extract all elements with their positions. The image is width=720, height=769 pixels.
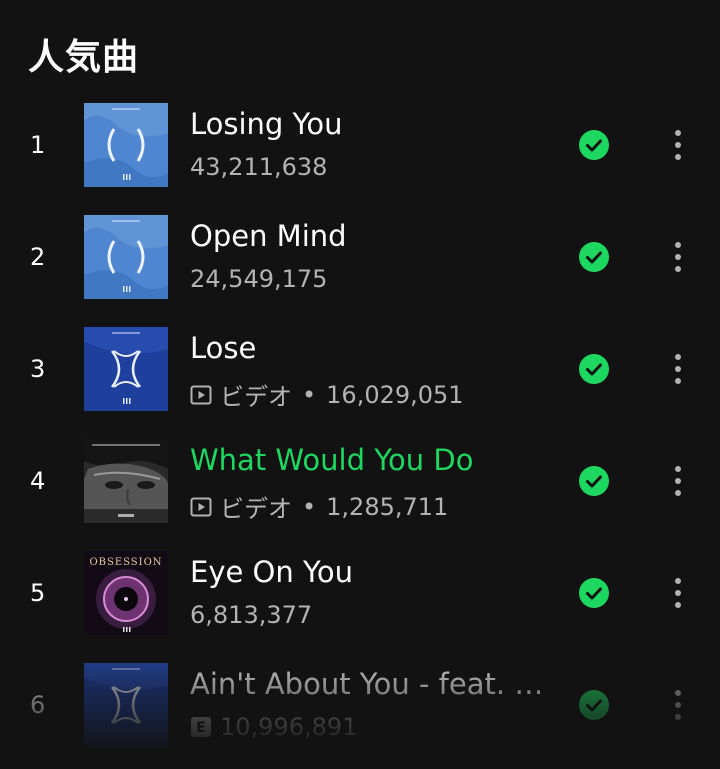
meta-separator: •: [302, 492, 317, 521]
track-row[interactable]: 1 Losing You 43,211,638: [0, 97, 720, 209]
play-count: 10,996,891: [220, 713, 358, 741]
track-rank: 5: [30, 579, 46, 607]
track-meta: 24,549,175: [190, 265, 327, 293]
track-rank: 2: [30, 243, 46, 271]
track-title[interactable]: Eye On You: [190, 555, 560, 589]
track-title[interactable]: What Would You Do: [190, 443, 560, 477]
track-meta: ビデオ • 16,029,051: [190, 377, 464, 412]
track-meta: 6,813,377: [190, 601, 312, 629]
track-list: 1 Losing You 43,211,638 2 Open Mind 24,5…: [0, 97, 720, 769]
track-rank: 4: [30, 467, 46, 495]
track-meta: ビデオ • 1,285,711: [190, 489, 448, 524]
track-rank: 1: [30, 131, 46, 159]
more-options-icon[interactable]: [664, 125, 692, 165]
album-cover[interactable]: [84, 439, 168, 523]
play-count: 1,285,711: [326, 492, 449, 521]
check-circle-icon[interactable]: [579, 466, 609, 496]
track-row[interactable]: 2 Open Mind 24,549,175: [0, 209, 720, 321]
video-label: ビデオ: [220, 383, 292, 411]
popular-tracks-heading: 人気曲: [28, 37, 140, 78]
cover-text: OBSESSION: [89, 557, 162, 568]
track-row[interactable]: 5 OBSESSION Eye On You 6,813,377: [0, 545, 720, 657]
meta-separator: •: [302, 380, 317, 409]
more-options-icon[interactable]: [664, 237, 692, 277]
track-title[interactable]: Open Mind: [190, 219, 560, 253]
track-row[interactable]: 6 Ain't About You - feat. K... E 10,996,…: [0, 657, 720, 769]
more-options-icon[interactable]: [664, 461, 692, 501]
track-row[interactable]: 3 Lose ビデオ • 16,029,051: [0, 321, 720, 433]
play-count: 6,813,377: [190, 601, 313, 629]
track-meta: E 10,996,891: [190, 713, 357, 741]
track-title[interactable]: Ain't About You - feat. K...: [190, 667, 560, 701]
check-circle-icon[interactable]: [579, 690, 609, 720]
more-options-icon[interactable]: [664, 349, 692, 389]
check-circle-icon[interactable]: [579, 130, 609, 160]
album-cover[interactable]: [84, 215, 168, 299]
explicit-icon: E: [191, 717, 211, 737]
track-rank: 6: [30, 691, 46, 719]
track-rank: 3: [30, 355, 46, 383]
check-circle-icon[interactable]: [579, 242, 609, 272]
video-play-icon: [190, 385, 212, 404]
track-title[interactable]: Lose: [190, 331, 560, 365]
play-count: 24,549,175: [190, 265, 328, 293]
play-count: 16,029,051: [326, 380, 464, 409]
album-cover[interactable]: OBSESSION: [84, 551, 168, 635]
svg-text:E: E: [196, 720, 206, 736]
track-row[interactable]: 4 What Would You Do ビデオ • 1,285,711: [0, 433, 720, 545]
video-play-icon: [190, 497, 212, 516]
album-cover[interactable]: [84, 327, 168, 411]
album-cover[interactable]: [84, 103, 168, 187]
album-cover[interactable]: [84, 663, 168, 747]
more-options-icon[interactable]: [664, 573, 692, 613]
more-options-icon[interactable]: [664, 685, 692, 725]
track-meta: 43,211,638: [190, 153, 327, 181]
track-title[interactable]: Losing You: [190, 107, 560, 141]
check-circle-icon[interactable]: [579, 578, 609, 608]
play-count: 43,211,638: [190, 153, 328, 181]
video-label: ビデオ: [220, 495, 292, 523]
check-circle-icon[interactable]: [579, 354, 609, 384]
